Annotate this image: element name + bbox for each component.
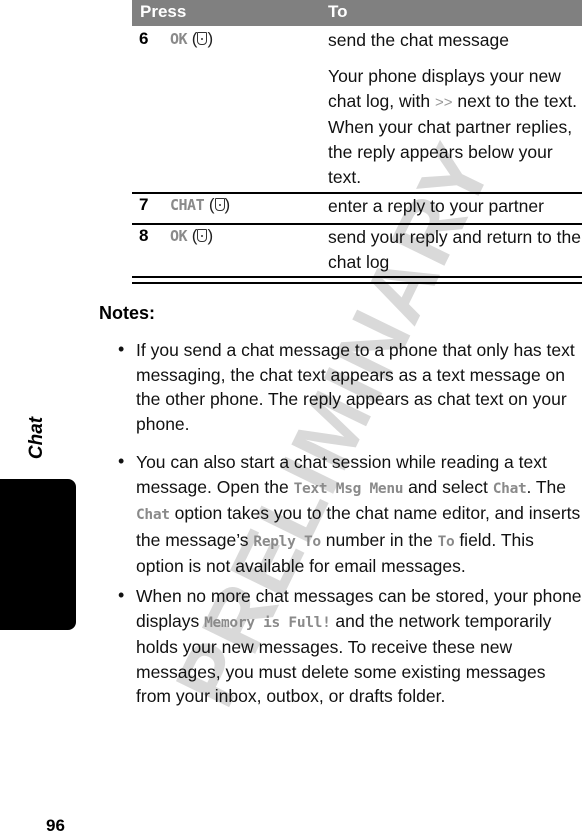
page-number: 96 xyxy=(46,816,65,835)
note-item: When no more chat messages can be stored… xyxy=(136,586,582,706)
section-label: Chat xyxy=(26,416,47,460)
ui-chat-option: Chat xyxy=(492,480,527,497)
key-label: OK xyxy=(170,227,188,245)
ui-memory-full: Memory is Full! xyxy=(204,614,331,631)
step-number: 7 xyxy=(139,195,149,214)
instruction-table: Press To 6 OK () send the chat message Y… xyxy=(132,0,582,284)
step-action: enter a reply to your partner xyxy=(328,196,544,216)
header-press: Press xyxy=(140,2,187,21)
center-select-key-icon xyxy=(214,198,225,211)
ui-text-msg-menu: Text Msg Menu xyxy=(293,480,404,497)
center-select-key-icon xyxy=(197,32,208,45)
section-tab-marker xyxy=(0,479,76,630)
table-header: Press To xyxy=(132,0,582,26)
table-bottom-rule xyxy=(132,282,582,284)
notes-heading: Notes: xyxy=(99,303,156,323)
step-detail: Your phone displays your new chat log, w… xyxy=(328,66,578,187)
chat-marker-icon: >> xyxy=(435,94,453,111)
key-press: CHAT () xyxy=(170,195,231,214)
note-item: If you send a chat message to a phone th… xyxy=(136,340,575,434)
table-row: 6 OK () send the chat message Your phone… xyxy=(132,28,582,192)
key-press: OK () xyxy=(170,29,214,48)
key-label: OK xyxy=(170,30,188,48)
bullet-icon: • xyxy=(118,339,125,359)
key-press: OK () xyxy=(170,226,214,245)
table-row: 7 CHAT () enter a reply to your partner xyxy=(132,194,582,222)
note-item: You can also start a chat session while … xyxy=(136,452,581,576)
step-action: send the chat message xyxy=(328,30,509,50)
table-row: 8 OK () send your reply and return to th… xyxy=(132,225,582,275)
table-bottom-rule xyxy=(132,276,582,278)
ui-to-field: To xyxy=(437,533,455,550)
header-to: To xyxy=(328,2,348,21)
step-number: 6 xyxy=(139,29,149,48)
ui-reply-to: Reply To xyxy=(253,533,321,550)
bullet-icon: • xyxy=(118,585,125,605)
key-label: CHAT xyxy=(170,196,205,214)
bullet-icon: • xyxy=(118,451,125,471)
center-select-key-icon xyxy=(197,229,208,242)
ui-chat-option: Chat xyxy=(136,507,170,523)
step-action: send your reply and return to the chat l… xyxy=(328,227,581,272)
step-number: 8 xyxy=(139,226,149,245)
